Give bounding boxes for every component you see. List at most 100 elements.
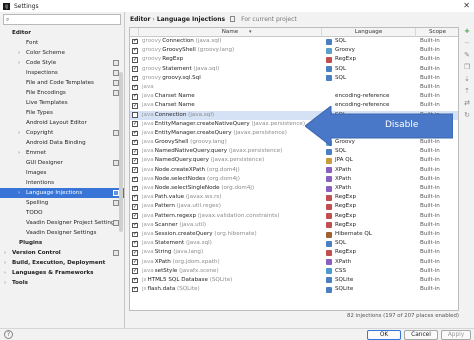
sidebar-item-file-types[interactable]: File Types [0,108,124,118]
table-row[interactable]: javaScanner (java.util) RegExp Built-in [130,221,458,230]
chevron-right-icon[interactable]: › [4,268,6,278]
table-row[interactable]: groovyConnection (java.sql) SQL Built-in [130,37,458,46]
header-scope[interactable]: Scope [416,28,458,37]
enabled-checkbox[interactable] [132,221,138,229]
enabled-checkbox[interactable] [132,240,138,247]
enabled-checkbox[interactable] [132,93,138,100]
apply-button[interactable]: Apply [441,330,471,340]
sidebar-scrollbar[interactable] [119,72,123,232]
enabled-checkbox[interactable] [132,37,138,45]
enabled-checkbox[interactable] [132,129,138,137]
sidebar-item-android-layout-editor[interactable]: Android Layout Editor [0,118,124,128]
enabled-checkbox[interactable] [132,47,138,54]
enabled-checkbox[interactable] [132,258,138,265]
sidebar-item-todo[interactable]: TODO [0,208,124,218]
chevron-right-icon[interactable]: › [18,48,20,58]
table-row[interactable]: javaNode.selectNodes (org.dom4j) XPath Bui… [130,175,458,184]
cancel-button[interactable]: Cancel [404,330,438,340]
enabled-checkbox[interactable] [132,184,138,192]
sidebar-item-inspections[interactable]: Inspections [0,68,124,78]
table-row[interactable]: javasetStyle (javafx.scene) CSS Built-in [130,267,458,276]
sidebar-item-file-encodings[interactable]: File Encodings [0,88,124,98]
sidebar-item-images[interactable]: Images [0,168,124,178]
settings-search[interactable]: ⌕ [3,14,121,25]
close-icon[interactable]: ✕ [463,1,470,11]
enabled-checkbox[interactable] [132,112,138,118]
chevron-right-icon[interactable]: › [18,188,20,198]
sidebar-item-live-templates[interactable]: Live Templates [0,98,124,108]
header-language[interactable]: Language [322,28,416,37]
chevron-right-icon[interactable]: › [4,258,6,268]
table-row[interactable]: groovyStatement (java.sql) SQL Built-in [130,65,458,74]
table-row[interactable]: javaPattern (java.util.regex) RegExp Built… [130,202,458,211]
enabled-checkbox[interactable] [132,74,138,82]
sidebar-item-version-control[interactable]: › Version Control [0,248,124,258]
enabled-checkbox[interactable] [132,138,138,146]
sidebar-item-vaadin-designer-settings[interactable]: Vaadin Designer Settings [0,228,124,238]
table-row[interactable]: javaPattern.regexp (javax.validation.con… [130,212,458,221]
table-row[interactable]: javaStatement (java.sql) SQL Built-in [130,239,458,248]
enabled-checkbox[interactable] [132,230,138,238]
table-row[interactable]: javaNode.createXPath (org.dom4j) XPath Bui… [130,166,458,175]
sidebar-item-color-scheme[interactable]: › Color Scheme [0,48,124,58]
sidebar-item-font[interactable]: Font [0,38,124,48]
table-row[interactable]: javaNamedQuery.query (javax.persistence)… [130,156,458,165]
table-row[interactable]: groovygroovy.sql.Sql SQL Built-in [130,74,458,83]
sidebar-item-languages-frameworks[interactable]: › Languages & Frameworks [0,268,124,278]
sidebar-item-file-and-code-templates[interactable]: File and Code Templates [0,78,124,88]
enabled-checkbox[interactable] [132,56,138,63]
enabled-checkbox[interactable] [132,102,138,109]
search-input[interactable] [11,16,112,23]
enabled-checkbox[interactable] [132,194,138,201]
chevron-right-icon[interactable]: › [4,278,6,288]
table-row[interactable]: javaNode.selectSingleNode (org.dom4j) XPa… [130,184,458,193]
sidebar-item-plugins[interactable]: Plugins [0,238,124,248]
sidebar-item-language-injections[interactable]: › Language Injections [0,188,124,198]
sidebar-item-android-data-binding[interactable]: Android Data Binding [0,138,124,148]
header-enabled[interactable] [130,28,139,37]
enabled-checkbox[interactable] [132,276,138,284]
enabled-checkbox[interactable] [132,212,138,219]
table-row[interactable]: javaString (java.lang) RegExp Built-in [130,248,458,257]
table-row[interactable]: javaCharset Name encoding-reference Built… [130,92,458,101]
sidebar-item-editor[interactable]: Editor [0,28,124,38]
move-scope-icon[interactable]: ⇄ [463,99,471,107]
chevron-right-icon[interactable]: › [4,248,6,258]
import-icon[interactable]: ⇣ [463,75,471,83]
table-row[interactable]: groovyRegExp RegExpBuilt-in [130,55,458,64]
table-row[interactable]: jsHTML5 SQL Database (SQLite) SQLite Built… [130,276,458,285]
sidebar-item-emmet[interactable]: › Emmet [0,148,124,158]
enabled-checkbox[interactable] [132,267,138,275]
table-row[interactable]: javaSession.createQuery (org.hibernate) H… [130,230,458,239]
copy-icon[interactable]: ❐ [463,63,471,71]
enabled-checkbox[interactable] [132,203,138,210]
sidebar-item-intentions[interactable]: Intentions [0,178,124,188]
enabled-checkbox[interactable] [132,65,138,72]
sidebar-item-build-execution-deployment[interactable]: › Build, Execution, Deployment [0,258,124,268]
add-icon[interactable]: + [463,27,471,35]
enabled-checkbox[interactable] [132,175,138,183]
sidebar-item-code-style[interactable]: › Code Style [0,58,124,68]
chevron-right-icon[interactable]: › [18,148,20,158]
remove-icon[interactable]: − [463,39,471,47]
table-row[interactable]: jsflash.data (SQLite) SQLite Built-in [130,285,458,294]
sidebar-item-copyright[interactable]: › Copyright [0,128,124,138]
table-row[interactable]: javaNamedNativeQuery.query (javax.persis… [130,147,458,156]
table-row[interactable]: java Built-in [130,83,458,92]
sidebar-item-vaadin-designer-project-settings[interactable]: Vaadin Designer Project Settings [0,218,124,228]
table-row[interactable]: javaPath.value (javax.ws.rs) RegExp Built-… [130,193,458,202]
sidebar-item-gui-designer[interactable]: GUI Designer [0,158,124,168]
enabled-checkbox[interactable] [132,120,138,128]
refresh-icon[interactable]: ↻ [463,111,471,119]
sidebar-item-tools[interactable]: › Tools [0,278,124,288]
table-row[interactable]: groovyGroovyShell (groovy.lang) Groovy Bui… [130,46,458,55]
enabled-checkbox[interactable] [132,285,138,293]
enabled-checkbox[interactable] [132,83,138,91]
chevron-right-icon[interactable]: › [18,128,20,138]
enabled-checkbox[interactable] [132,166,138,173]
enabled-checkbox[interactable] [132,148,138,155]
help-icon[interactable]: ? [4,330,13,339]
sidebar-item-spelling[interactable]: Spelling [0,198,124,208]
edit-icon[interactable]: ✎ [463,51,471,59]
chevron-right-icon[interactable]: › [18,58,20,68]
